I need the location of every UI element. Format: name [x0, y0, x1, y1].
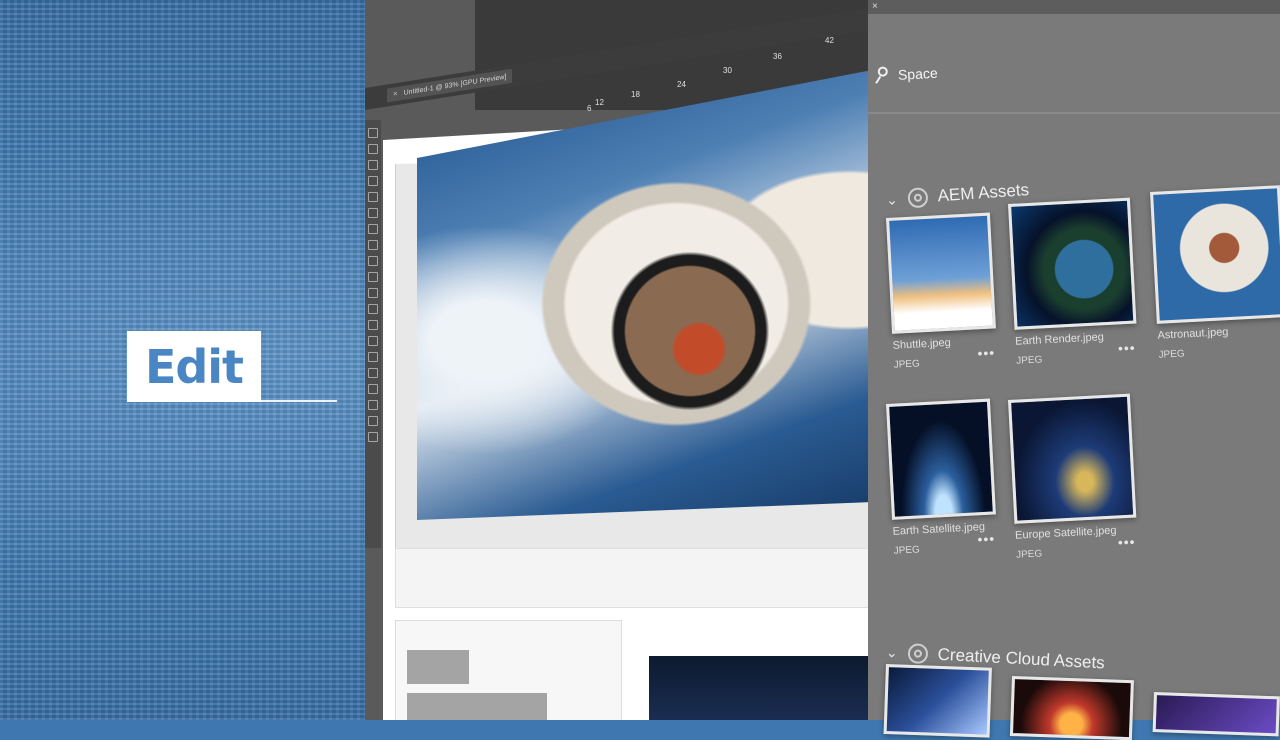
asset-thumbnail[interactable]: [886, 212, 996, 334]
asset-thumbnail[interactable]: [1152, 692, 1280, 737]
direct-selection-tool-icon[interactable]: [368, 144, 378, 154]
close-icon[interactable]: ×: [872, 2, 878, 12]
section-title: AEM Assets: [936, 180, 1030, 206]
asset-card[interactable]: Europe Satellite.jpeg JPEG •••: [1008, 393, 1138, 561]
gap-tool-icon[interactable]: [368, 176, 378, 186]
ruler-number: 30: [723, 66, 732, 75]
asset-card[interactable]: Astronaut.jpeg JPEG: [1150, 185, 1280, 361]
creative-cloud-icon: [907, 643, 929, 665]
placeholder-bar: [407, 650, 469, 684]
document-window: 6 12 18 24 30 36 42 48 × Untitled-1 @ 93…: [365, 0, 870, 720]
edit-title: Edit: [144, 339, 244, 394]
edit-title-card: Edit: [127, 331, 261, 402]
placeholder-bar: [407, 693, 547, 720]
tools-panel: [365, 120, 381, 548]
swap-colors-icon[interactable]: [368, 432, 378, 442]
rectangle-tool-icon[interactable]: [368, 288, 378, 298]
asset-thumbnail[interactable]: [886, 398, 996, 520]
text-frame[interactable]: [395, 548, 870, 608]
note-tool-icon[interactable]: [368, 352, 378, 362]
libraries-panel: × Space ⌄ AEM Assets Shuttle.jpeg JPEG •…: [868, 0, 1280, 740]
page-tool-icon[interactable]: [368, 160, 378, 170]
aem-icon: [906, 187, 929, 209]
more-icon[interactable]: •••: [977, 530, 996, 547]
asset-card[interactable]: Earth Render.jpeg JPEG •••: [1008, 197, 1138, 367]
content-collector-icon[interactable]: [368, 192, 378, 202]
asset-card[interactable]: [1009, 676, 1134, 740]
asset-card[interactable]: Shuttle.jpeg JPEG •••: [886, 212, 998, 371]
type-tool-icon[interactable]: [368, 208, 378, 218]
more-icon[interactable]: •••: [977, 344, 996, 361]
chevron-down-icon[interactable]: ⌄: [885, 191, 898, 209]
ruler-number: 36: [773, 52, 782, 61]
fill-stroke-icon[interactable]: [368, 416, 378, 426]
ruler-number: 42: [825, 36, 834, 45]
asset-card[interactable]: [1152, 692, 1280, 737]
ruler-number: 12: [595, 98, 604, 107]
asset-card[interactable]: [883, 664, 992, 738]
line-tool-icon[interactable]: [368, 224, 378, 234]
rectangle-frame-tool-icon[interactable]: [368, 272, 378, 282]
gradient-tool-icon[interactable]: [368, 336, 378, 346]
pencil-tool-icon[interactable]: [368, 256, 378, 266]
asset-thumbnail[interactable]: [1150, 185, 1280, 324]
asset-thumbnail[interactable]: [1008, 393, 1137, 524]
more-icon[interactable]: •••: [1118, 340, 1137, 357]
asset-card[interactable]: Earth Satellite.jpeg JPEG •••: [886, 398, 998, 557]
space-image-frame[interactable]: [649, 656, 870, 720]
ruler-number: 24: [677, 80, 686, 89]
search-divider: [868, 112, 1280, 114]
library-search[interactable]: Space: [875, 41, 1276, 90]
edit-underline: [261, 400, 337, 402]
asset-thumbnail[interactable]: [1009, 676, 1134, 740]
eyedropper-tool-icon[interactable]: [368, 368, 378, 378]
panel-header: ×: [868, 0, 1280, 14]
ruler-number: 18: [631, 90, 640, 99]
selection-tool-icon[interactable]: [368, 128, 378, 138]
zoom-tool-icon[interactable]: [368, 400, 378, 410]
hand-tool-icon[interactable]: [368, 384, 378, 394]
chevron-down-icon[interactable]: ⌄: [886, 644, 899, 662]
asset-thumbnail[interactable]: [1008, 197, 1137, 330]
ruler-number: 6: [587, 104, 592, 113]
more-icon[interactable]: •••: [1117, 534, 1136, 551]
search-input[interactable]: Space: [898, 65, 938, 83]
asset-thumbnail[interactable]: [883, 664, 992, 738]
asset-type: JPEG: [1158, 348, 1185, 361]
search-icon: [876, 66, 891, 85]
free-transform-tool-icon[interactable]: [368, 320, 378, 330]
close-icon[interactable]: ×: [393, 89, 398, 99]
pen-tool-icon[interactable]: [368, 240, 378, 250]
scissors-tool-icon[interactable]: [368, 304, 378, 314]
asset-name: Astronaut.jpeg: [1157, 326, 1229, 342]
